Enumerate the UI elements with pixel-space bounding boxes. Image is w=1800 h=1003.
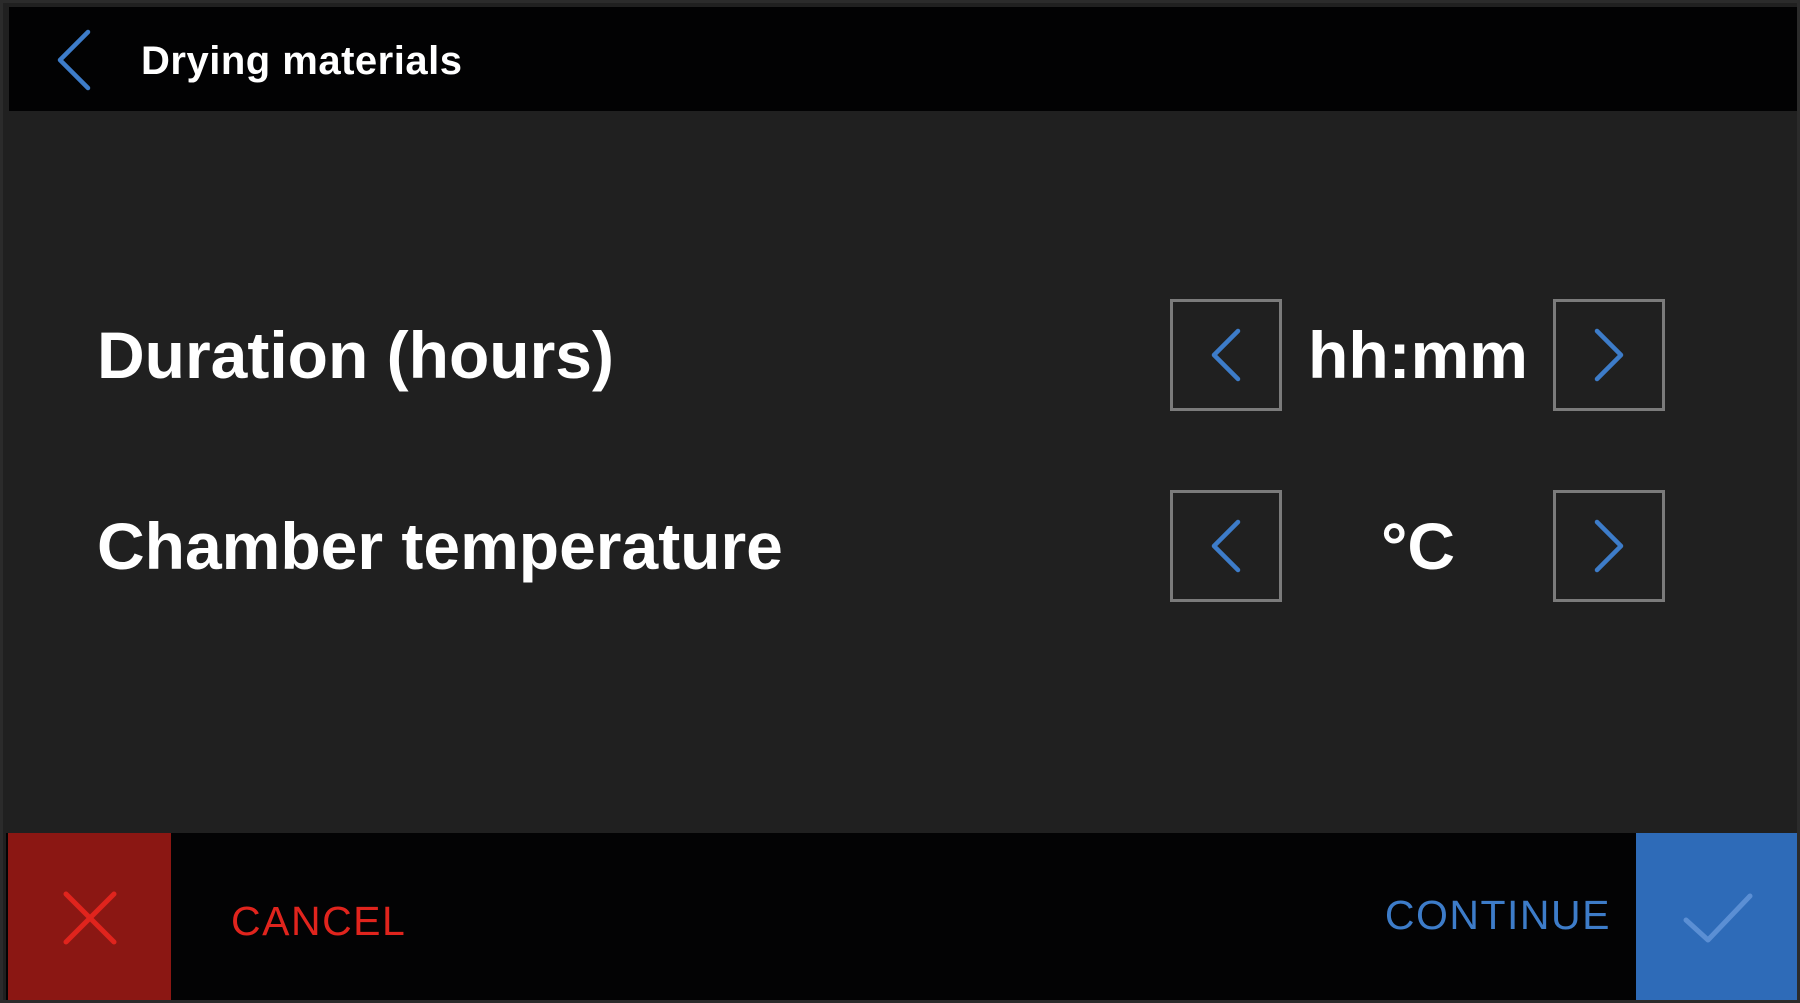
- cancel-button[interactable]: CANCEL: [231, 891, 406, 951]
- duration-setting-row: Duration (hours) hh:mm: [3, 299, 1797, 411]
- chevron-right-icon: [1594, 519, 1624, 573]
- continue-button[interactable]: CONTINUE: [1385, 885, 1611, 945]
- page-title: Drying materials: [141, 39, 463, 83]
- cancel-icon-button[interactable]: [8, 833, 171, 1000]
- temperature-value: °C: [1380, 509, 1456, 583]
- chevron-left-icon: [1211, 328, 1241, 382]
- duration-value: hh:mm: [1308, 318, 1528, 392]
- temperature-setting-row: Chamber temperature °C: [3, 490, 1797, 602]
- footer-bar: CANCEL CONTINUE: [6, 833, 1797, 1000]
- temperature-decrease-button[interactable]: [1170, 490, 1282, 602]
- close-icon: [63, 891, 116, 945]
- duration-increase-button[interactable]: [1553, 299, 1665, 411]
- header-bar: Drying materials: [9, 7, 1797, 111]
- chevron-left-icon: [57, 29, 91, 91]
- chevron-right-icon: [1594, 328, 1624, 382]
- checkmark-icon: [1683, 893, 1752, 943]
- temperature-increase-button[interactable]: [1553, 490, 1665, 602]
- continue-icon-button[interactable]: [1636, 833, 1797, 1000]
- duration-label: Duration (hours): [97, 318, 614, 392]
- temperature-label: Chamber temperature: [97, 509, 783, 583]
- back-button[interactable]: [39, 25, 109, 95]
- duration-decrease-button[interactable]: [1170, 299, 1282, 411]
- drying-materials-screen: Drying materials Duration (hours) hh:mm …: [0, 0, 1800, 1003]
- chevron-left-icon: [1211, 519, 1241, 573]
